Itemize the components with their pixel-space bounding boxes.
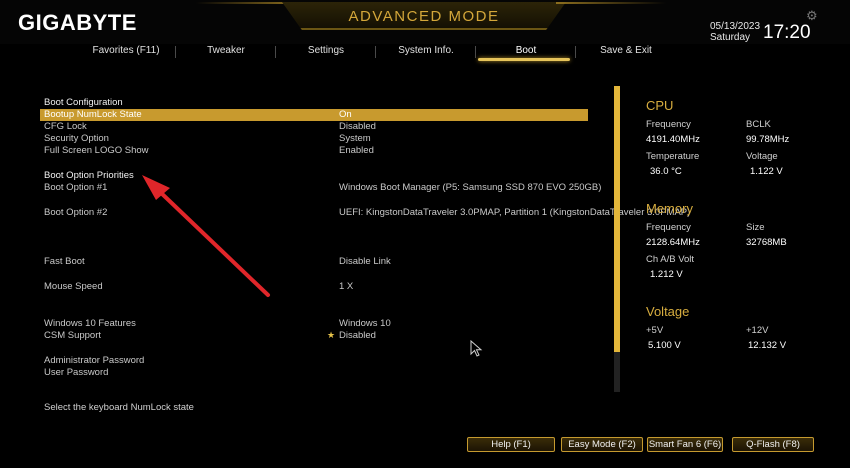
voltage-title: Voltage xyxy=(646,304,690,319)
setting-value: UEFI: KingstonDataTraveler 3.0PMAP, Part… xyxy=(339,207,691,218)
setting-value: Disable Link xyxy=(339,256,391,267)
memory-title: Memory xyxy=(646,201,693,216)
memory-frequency-label: Frequency xyxy=(646,222,691,233)
cpu-voltage-label: Voltage xyxy=(746,151,778,162)
setting-label: CSM Support xyxy=(44,330,102,341)
easy-mode-button[interactable]: Easy Mode (F2) xyxy=(561,437,643,452)
setting-fast-boot[interactable]: Fast Boot Disable Link xyxy=(40,256,588,268)
help-text: Select the keyboard NumLock state xyxy=(44,402,194,413)
voltage-5v-label: +5V xyxy=(646,325,664,336)
cpu-temperature-label: Temperature xyxy=(646,151,700,162)
setting-value: 1 X xyxy=(339,281,354,292)
setting-cfg-lock[interactable]: CFG Lock Disabled xyxy=(40,121,588,133)
section-boot-option-priorities: Boot Option Priorities xyxy=(40,170,588,182)
setting-security-option[interactable]: Security Option System xyxy=(40,133,588,145)
setting-windows-10-features[interactable]: Windows 10 Features Windows 10 xyxy=(40,318,588,330)
gear-icon[interactable]: ⚙ xyxy=(806,9,818,24)
cpu-bclk-value: 99.78MHz xyxy=(746,134,790,145)
star-icon: ★ xyxy=(327,330,336,340)
setting-value: On xyxy=(339,109,352,120)
scrollbar-thumb[interactable] xyxy=(614,86,620,352)
cpu-voltage-value: 1.122 V xyxy=(750,166,783,177)
section-title: Boot Configuration xyxy=(44,97,123,108)
tab-system-info[interactable]: System Info. xyxy=(376,44,476,62)
tab-settings[interactable]: Settings xyxy=(276,44,376,62)
tab-label: Favorites (F11) xyxy=(92,45,160,56)
clock: 17:20 xyxy=(763,22,811,43)
cpu-temperature-value: 36.0 °C xyxy=(650,166,682,177)
tab-tweaker[interactable]: Tweaker xyxy=(176,44,276,62)
cpu-title: CPU xyxy=(646,98,674,113)
memory-ch-volt-value: 1.212 V xyxy=(650,269,683,280)
setting-user-password[interactable]: User Password xyxy=(40,367,588,379)
active-tab-indicator xyxy=(478,58,570,61)
voltage-12v-value: 12.132 V xyxy=(748,340,787,351)
setting-csm-support[interactable]: CSM Support ★ Disabled xyxy=(40,330,588,342)
setting-boot-option-1[interactable]: Boot Option #1 Windows Boot Manager (P5:… xyxy=(40,182,601,194)
setting-label: Bootup NumLock State xyxy=(44,109,142,120)
tab-bar: Favorites (F11) Tweaker Settings System … xyxy=(76,44,676,62)
setting-boot-option-2[interactable]: Boot Option #2 UEFI: KingstonDataTravele… xyxy=(40,207,690,219)
q-flash-button[interactable]: Q-Flash (F8) xyxy=(732,437,814,452)
setting-label: Fast Boot xyxy=(44,256,85,267)
setting-value: Disabled xyxy=(339,121,376,132)
setting-value: Disabled xyxy=(339,330,376,341)
top-bar: GIGABYTE ADVANCED MODE 05/13/2023 Saturd… xyxy=(0,0,850,44)
cpu-frequency-value: 4191.40MHz xyxy=(646,134,700,145)
memory-ch-volt-label: Ch A/B Volt xyxy=(646,254,695,265)
red-arrow xyxy=(142,175,270,297)
setting-value: Windows Boot Manager (P5: Samsung SSD 87… xyxy=(339,182,602,193)
setting-label: Administrator Password xyxy=(44,355,145,366)
setting-label: Boot Option #1 xyxy=(44,182,108,193)
help-button[interactable]: Help (F1) xyxy=(467,437,555,452)
smart-fan-button[interactable]: Smart Fan 6 (F6) xyxy=(647,437,723,452)
section-title: Boot Option Priorities xyxy=(44,170,134,181)
tab-label: Save & Exit xyxy=(600,45,652,56)
tab-label: Boot xyxy=(515,45,537,56)
setting-value: System xyxy=(339,133,371,144)
setting-full-screen-logo[interactable]: Full Screen LOGO Show Enabled xyxy=(40,145,588,157)
setting-label: Boot Option #2 xyxy=(44,207,108,218)
tab-label: Settings xyxy=(307,45,345,56)
banner-line-left xyxy=(196,2,296,4)
date-display: 05/13/2023 Saturday xyxy=(710,21,760,43)
setting-label: User Password xyxy=(44,367,109,378)
setting-label: Full Screen LOGO Show xyxy=(44,145,149,156)
banner-line-right xyxy=(556,2,666,4)
voltage-5v-value: 5.100 V xyxy=(648,340,681,351)
setting-label: Mouse Speed xyxy=(44,281,103,292)
tab-label: Tweaker xyxy=(207,45,245,56)
tab-label: System Info. xyxy=(398,45,454,56)
memory-size-value: 32768MB xyxy=(746,237,787,248)
date-text: 05/13/2023 xyxy=(710,21,761,32)
memory-frequency-value: 2128.64MHz xyxy=(646,237,700,248)
mode-title: ADVANCED MODE xyxy=(348,8,500,25)
tab-boot[interactable]: Boot xyxy=(476,44,576,62)
tab-save-exit[interactable]: Save & Exit xyxy=(576,44,676,62)
tab-favorites[interactable]: Favorites (F11) xyxy=(76,44,176,62)
arrow-shaft xyxy=(156,188,270,297)
setting-mouse-speed[interactable]: Mouse Speed 1 X xyxy=(40,281,588,293)
setting-bootup-numlock[interactable]: Bootup NumLock State On xyxy=(40,109,588,121)
day-text: Saturday xyxy=(710,32,751,43)
mouse-cursor-icon xyxy=(470,340,483,357)
voltage-12v-label: +12V xyxy=(746,325,769,336)
cpu-bclk-label: BCLK xyxy=(746,119,771,130)
setting-administrator-password[interactable]: Administrator Password xyxy=(40,355,588,367)
setting-label: Windows 10 Features xyxy=(44,318,136,329)
setting-value: Enabled xyxy=(339,145,374,156)
cpu-frequency-label: Frequency xyxy=(646,119,691,130)
setting-label: Security Option xyxy=(44,133,109,144)
setting-value: Windows 10 xyxy=(339,318,391,329)
gigabyte-logo: GIGABYTE xyxy=(18,10,137,35)
memory-size-label: Size xyxy=(746,222,765,233)
setting-label: CFG Lock xyxy=(44,121,87,132)
section-boot-configuration: Boot Configuration xyxy=(40,97,588,109)
